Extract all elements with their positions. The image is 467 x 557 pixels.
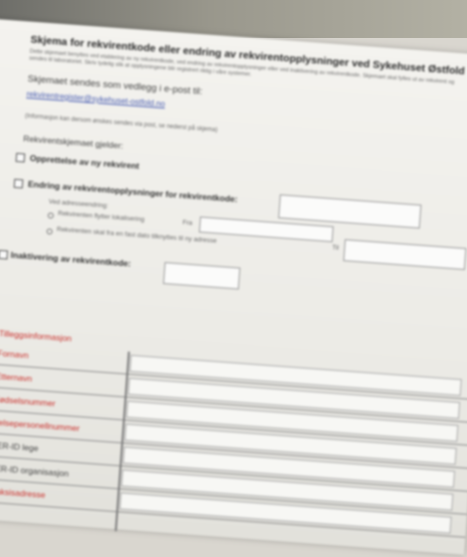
contact-table: Fornavn Etternavn Fødselsnummer Helseper… [0,342,467,538]
deactivate-checkbox[interactable] [0,249,9,260]
move-location-label: Rekvirenten flytter lokalisering [57,210,145,224]
row-label: Fornavn [0,348,29,361]
form-document: Skjema for rekvirentkode eller endring a… [0,18,467,555]
form-applies-label: Rekvirentskjemaet gjelder: [22,133,124,151]
fixed-date-label: Rekvirenten skal fra en fast dato tilkny… [56,226,217,245]
row-label: Praksisadresse [0,485,46,500]
deactivate-code-input[interactable] [163,262,241,290]
to-label: Til [331,244,339,252]
row-label: Etternavn [0,370,33,384]
row-label: Fødselsnummer [0,393,56,409]
change-info-checkbox[interactable] [13,178,24,189]
row-label: HER-ID lege [0,439,39,454]
new-requester-checkbox[interactable] [15,152,26,163]
deactivate-label: Inaktivering av rekvirentkode: [10,249,132,269]
to-date-input[interactable] [343,239,467,271]
row-label: HER-ID organisasjon [0,462,70,479]
from-label: Fra [182,219,193,227]
move-location-radio[interactable] [47,212,54,219]
new-requester-label: Opprettelse av ny rekvirent [29,152,140,171]
contact-section-title: Tilleggsinformasjon [0,328,73,344]
fixed-date-radio[interactable] [46,228,53,235]
row-label: Helsepersonellnummer [0,416,80,434]
address-change-label: Ved adresseendring: [48,198,109,210]
post-note: (Informasjon kan dersom ønskes sendes vi… [24,113,218,134]
